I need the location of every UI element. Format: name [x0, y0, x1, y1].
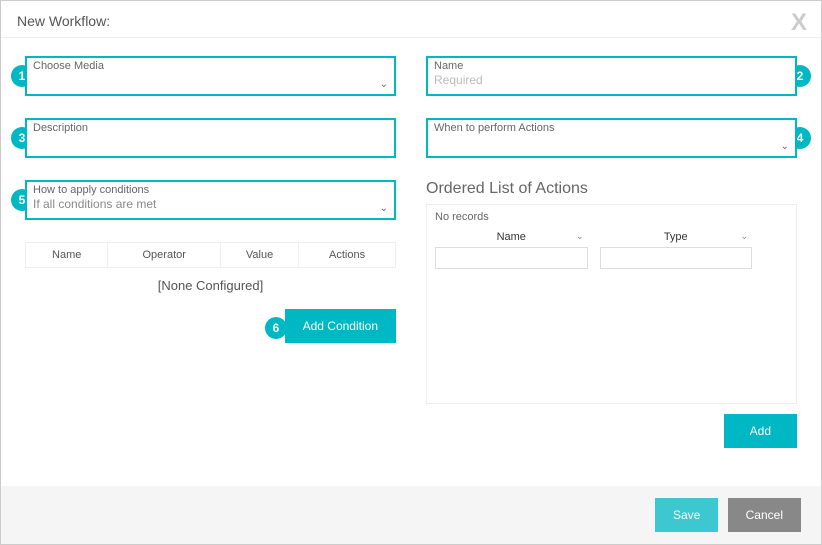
cond-header-value: Value: [221, 243, 299, 268]
action-col-name-header[interactable]: Name ⌄: [435, 227, 588, 247]
action-col-name: Name ⌄: [435, 227, 588, 269]
cancel-button[interactable]: Cancel: [728, 498, 801, 532]
action-col-name-label: Name: [497, 231, 526, 243]
action-col-type-label: Type: [664, 231, 688, 243]
when-select[interactable]: When to perform Actions ⌄: [426, 118, 797, 158]
add-condition-button[interactable]: Add Condition: [285, 309, 396, 343]
action-col-type: Type ⌄: [600, 227, 753, 269]
chevron-down-icon: ⌄: [576, 231, 584, 242]
dialog-header: New Workflow: X: [1, 1, 821, 38]
description-label: Description: [33, 122, 388, 134]
actions-headers: Name ⌄ Type ⌄: [435, 227, 788, 269]
dialog-title: New Workflow:: [17, 13, 110, 29]
choose-media-field-wrap: 1 Choose Media ⌄: [25, 56, 396, 96]
description-input-box[interactable]: Description: [25, 118, 396, 158]
name-field-wrap: 2 Name: [426, 56, 797, 96]
chevron-down-icon: ⌄: [740, 231, 748, 242]
how-apply-value[interactable]: [33, 196, 388, 212]
dialog-footer: Save Cancel: [1, 486, 821, 544]
choose-media-select[interactable]: Choose Media ⌄: [25, 56, 396, 96]
ordered-actions-title: Ordered List of Actions: [426, 180, 797, 198]
how-apply-field-wrap: 5 How to apply conditions ⌄: [25, 180, 396, 220]
choose-media-label: Choose Media: [33, 60, 388, 72]
action-type-filter-input[interactable]: [600, 247, 753, 269]
action-col-type-header[interactable]: Type ⌄: [600, 227, 753, 247]
conditions-table: Name Operator Value Actions: [25, 242, 396, 268]
name-label: Name: [434, 60, 789, 72]
add-action-row: Add: [426, 414, 797, 448]
cond-header-actions: Actions: [299, 243, 396, 268]
save-button[interactable]: Save: [655, 498, 718, 532]
how-apply-select[interactable]: How to apply conditions ⌄: [25, 180, 396, 220]
add-condition-row: 6 Add Condition: [25, 309, 396, 343]
dialog-content: 1 Choose Media ⌄ 3 Description 5 How to …: [1, 38, 821, 458]
right-column: 2 Name 4 When to perform Actions ⌄ Order…: [426, 56, 797, 448]
when-field-wrap: 4 When to perform Actions ⌄: [426, 118, 797, 158]
actions-list-box: No records Name ⌄ Type ⌄: [426, 204, 797, 404]
none-configured-text: [None Configured]: [25, 268, 396, 309]
when-label: When to perform Actions: [434, 122, 789, 134]
close-icon[interactable]: X: [791, 9, 807, 37]
description-field-wrap: 3 Description: [25, 118, 396, 158]
name-input-box[interactable]: Name: [426, 56, 797, 96]
choose-media-value[interactable]: [33, 72, 388, 88]
add-action-button[interactable]: Add: [724, 414, 797, 448]
when-value[interactable]: [434, 134, 789, 150]
name-input[interactable]: [434, 72, 789, 88]
cond-header-operator: Operator: [108, 243, 221, 268]
description-input[interactable]: [33, 134, 388, 150]
left-column: 1 Choose Media ⌄ 3 Description 5 How to …: [25, 56, 396, 448]
badge-6: 6: [265, 317, 287, 339]
no-records-text: No records: [435, 211, 788, 223]
how-apply-label: How to apply conditions: [33, 184, 388, 196]
cond-header-name: Name: [26, 243, 108, 268]
action-col-spacer: [764, 227, 788, 269]
action-name-filter-input[interactable]: [435, 247, 588, 269]
